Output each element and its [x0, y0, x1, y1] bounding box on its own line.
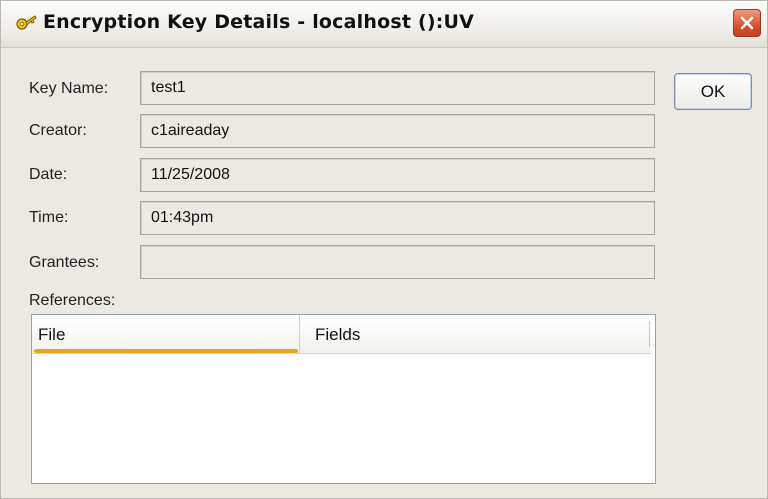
date-label: Date: [29, 166, 68, 183]
close-button[interactable] [733, 9, 761, 37]
grantees-field [140, 245, 655, 279]
references-table[interactable]: File Fields [31, 314, 656, 484]
sort-indicator [34, 349, 298, 353]
title-bar[interactable]: Encryption Key Details - localhost ():UV [1, 1, 767, 48]
close-icon [740, 16, 754, 30]
references-label: References: [29, 292, 116, 309]
creator-field: c1aireaday [140, 114, 655, 148]
creator-label: Creator: [29, 122, 87, 139]
key-icon [15, 14, 37, 34]
time-label: Time: [29, 209, 69, 226]
encryption-key-details-dialog: Encryption Key Details - localhost ():UV… [0, 0, 768, 499]
column-divider [649, 321, 650, 347]
window-title: Encryption Key Details - localhost ():UV [43, 11, 475, 33]
ok-button[interactable]: OK [674, 73, 752, 110]
key-name-field: test1 [140, 71, 655, 105]
column-header-fields[interactable]: Fields [300, 315, 651, 354]
grantees-label: Grantees: [29, 254, 100, 271]
time-field: 01:43pm [140, 201, 655, 235]
key-name-label: Key Name: [29, 80, 109, 97]
date-field: 11/25/2008 [140, 158, 655, 192]
